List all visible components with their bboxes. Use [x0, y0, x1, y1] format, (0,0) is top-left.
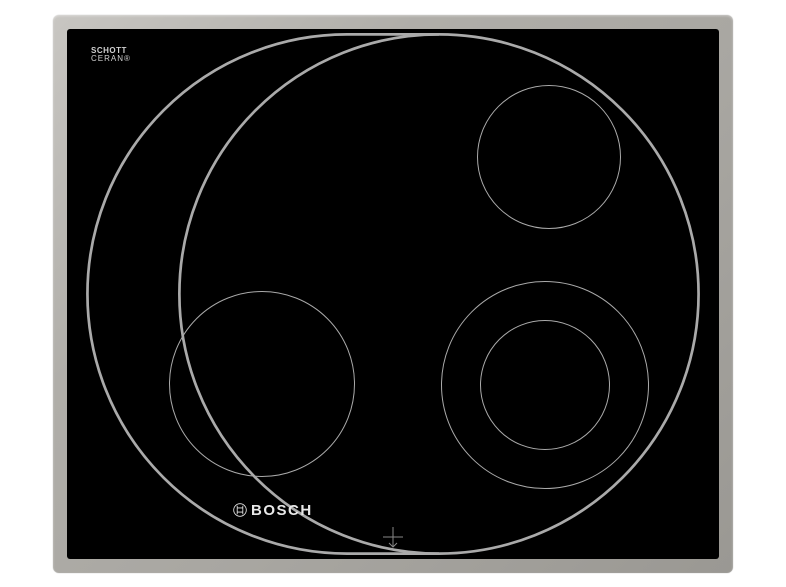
cooking-zone-bottom-right-inner — [480, 320, 610, 450]
cooktop-steel-frame: SCHOTT CERAN® BOSCH — [53, 15, 733, 573]
cooking-zone-top-left — [67, 29, 297, 225]
cooking-zone-bottom-left — [169, 291, 355, 477]
cooking-zone-top-right — [477, 85, 621, 229]
bosch-logo-icon — [233, 503, 247, 517]
extendable-zone-outline-icon — [67, 29, 719, 559]
brand-logo: BOSCH — [233, 502, 313, 519]
cooking-zone-bottom-right — [441, 281, 649, 489]
brand-name-text: BOSCH — [251, 502, 313, 519]
front-orientation-indicator-icon — [381, 525, 405, 549]
ceramic-glass-surface: SCHOTT CERAN® BOSCH — [67, 29, 719, 559]
